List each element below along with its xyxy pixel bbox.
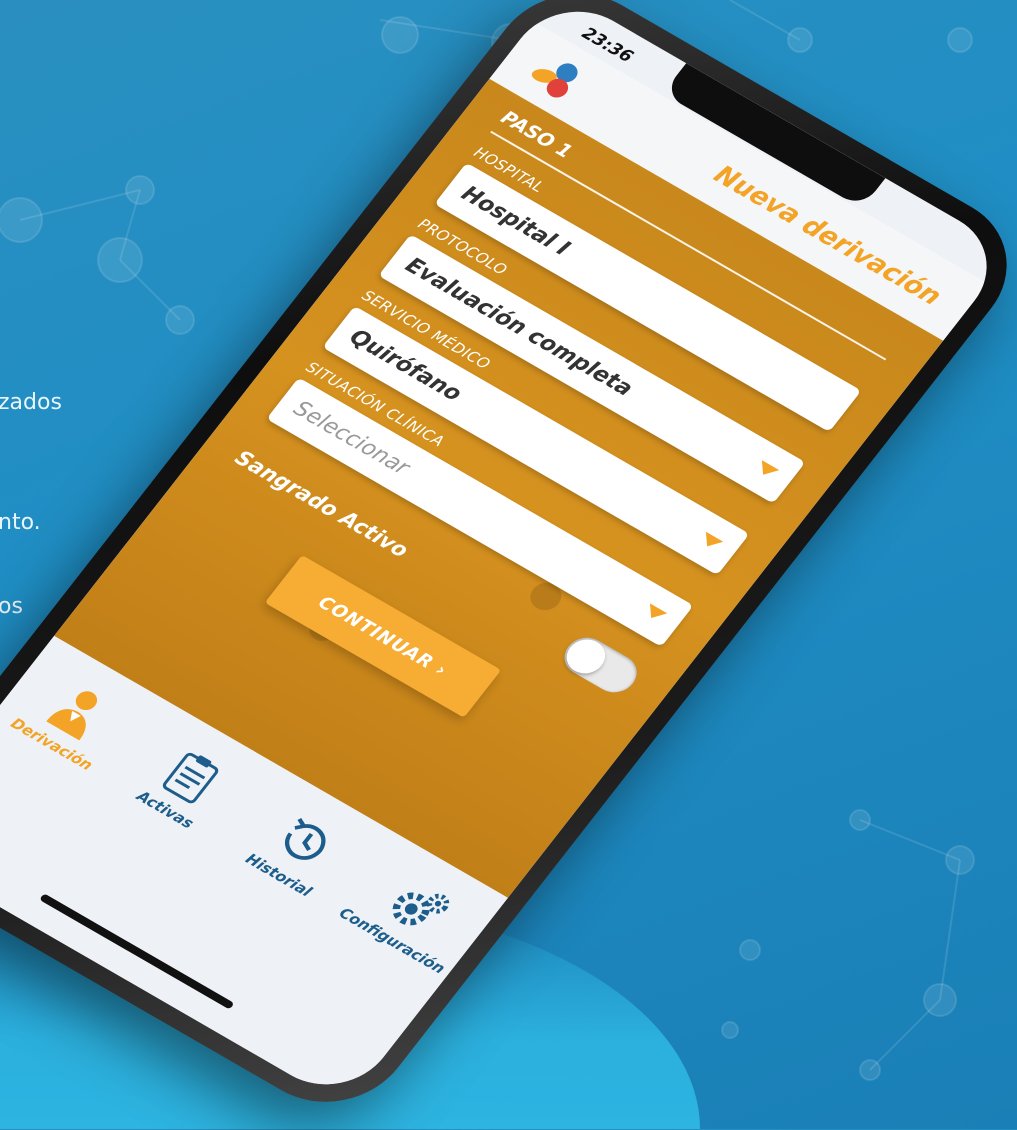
tab-historial[interactable]: Historial	[221, 790, 373, 912]
background-text-line-1: zados	[0, 390, 62, 415]
tab-configuracion[interactable]: Configuración	[335, 856, 487, 978]
sangrado-toggle[interactable]	[556, 630, 646, 700]
toggle-knob	[559, 633, 613, 680]
background-text-line-2: nto.	[0, 510, 41, 535]
tab-activas[interactable]: Activas	[108, 725, 260, 847]
chevron-down-icon	[642, 603, 668, 623]
app-logo-icon	[531, 63, 578, 98]
background-text-line-3: os	[0, 594, 23, 619]
chevron-down-icon	[754, 460, 780, 480]
chevron-down-icon	[698, 531, 724, 552]
